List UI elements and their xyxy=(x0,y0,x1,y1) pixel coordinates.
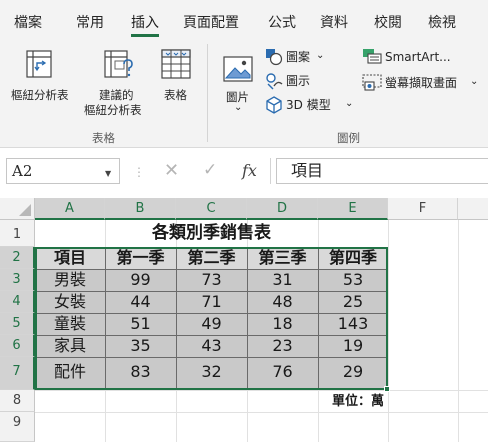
gridline xyxy=(35,412,488,413)
shapes-label: 圖案 xyxy=(286,50,311,64)
column-header-a[interactable]: A xyxy=(35,198,105,220)
smartart-icon xyxy=(363,49,382,64)
tab-review[interactable]: 校閱 xyxy=(374,14,402,32)
gridline xyxy=(388,220,389,442)
insert-function-button[interactable]: fx xyxy=(242,161,257,180)
select-all-icon xyxy=(19,204,31,216)
recommended-pivot-label-2: 樞紐分析表 xyxy=(84,103,142,117)
ribbon-separator xyxy=(207,44,208,142)
formula-bar-grip-icon[interactable]: ⋮ xyxy=(133,165,145,179)
column-header-e[interactable]: E xyxy=(318,198,388,220)
tab-data[interactable]: 資料 xyxy=(320,14,348,32)
column-header-b[interactable]: B xyxy=(105,198,176,220)
select-all-button[interactable] xyxy=(0,198,35,220)
row-header-5[interactable]: 5 xyxy=(0,313,35,335)
recommended-pivot-label-1: 建議的 xyxy=(99,88,134,102)
row-header-2[interactable]: 2 xyxy=(0,247,35,269)
gridline xyxy=(458,220,459,442)
picture-icon xyxy=(223,56,253,82)
picture-dropdown-icon[interactable]: ⌄ xyxy=(234,101,242,115)
group-tables-label: 表格 xyxy=(92,131,115,145)
screenshot-label: 螢幕擷取畫面 xyxy=(385,76,458,90)
formula-input[interactable]: 項目 xyxy=(276,158,488,184)
row-header-7[interactable]: 7 xyxy=(0,357,35,390)
3d-models-label: 3D 模型 xyxy=(286,98,331,112)
tab-formulas[interactable]: 公式 xyxy=(268,14,296,32)
group-illustrations-label: 圖例 xyxy=(337,131,360,145)
recommended-pivot-icon xyxy=(104,50,133,78)
cancel-icon[interactable]: ✕ xyxy=(164,160,179,181)
unit-note[interactable]: 單位：萬 xyxy=(318,391,388,413)
3d-models-dropdown-icon: ⌄ xyxy=(345,98,354,109)
shapes-dropdown-icon: ⌄ xyxy=(316,50,325,61)
cube-icon xyxy=(266,96,282,114)
screenshot-icon xyxy=(362,74,382,91)
table-label: 表格 xyxy=(164,88,187,102)
column-header-c[interactable]: C xyxy=(176,198,247,220)
smartart-label: SmartArt... xyxy=(385,50,451,64)
sheet-title[interactable]: 各類別季銷售表 xyxy=(105,220,318,247)
name-box-dropdown-icon[interactable]: ▼ xyxy=(105,169,111,178)
row-header-9[interactable]: 9 xyxy=(0,412,35,442)
worksheet-grid[interactable]: A B C D E F 1 2 3 4 5 6 7 8 9 各類別季銷售表 項目… xyxy=(0,198,488,442)
column-header-f[interactable]: F xyxy=(388,198,458,220)
row-header-4[interactable]: 4 xyxy=(0,291,35,313)
shapes-icon xyxy=(266,49,283,66)
enter-icon[interactable]: ✓ xyxy=(203,160,217,180)
column-header-g[interactable] xyxy=(458,198,488,220)
icons-icon xyxy=(266,73,283,90)
active-tab-indicator xyxy=(131,34,159,37)
pivot-table-icon xyxy=(26,50,52,78)
ribbon-insert-panel: 樞紐分析表 建議的 樞紐分析表 表格 表格 圖片 ⌄ 圖案 ⌄ 圖示 3D 模型… xyxy=(0,38,488,148)
tab-insert[interactable]: 插入 xyxy=(131,14,159,32)
row-header-3[interactable]: 3 xyxy=(0,269,35,291)
tab-home[interactable]: 常用 xyxy=(76,14,104,32)
tab-view[interactable]: 檢視 xyxy=(428,14,456,32)
row-header-6[interactable]: 6 xyxy=(0,335,35,357)
icons-label: 圖示 xyxy=(286,74,311,88)
formula-bar-divider xyxy=(270,158,271,184)
ribbon-tab-bar: 檔案 常用 插入 頁面配置 公式 資料 校閱 檢視 xyxy=(0,0,488,38)
table-icon xyxy=(161,49,191,79)
gridline xyxy=(35,390,488,391)
screenshot-dropdown-icon: ⌄ xyxy=(470,76,479,87)
tab-page-layout[interactable]: 頁面配置 xyxy=(183,14,239,32)
pivot-table-label: 樞紐分析表 xyxy=(11,88,69,102)
row-header-8[interactable]: 8 xyxy=(0,390,35,412)
row-header-1[interactable]: 1 xyxy=(0,220,35,247)
selection-outline xyxy=(35,247,388,390)
column-header-d[interactable]: D xyxy=(247,198,318,220)
name-box[interactable]: A2 xyxy=(6,158,120,184)
tab-file[interactable]: 檔案 xyxy=(14,14,42,32)
formula-bar: A2 ▼ ⋮ ✕ ✓ fx 項目 xyxy=(0,148,488,195)
